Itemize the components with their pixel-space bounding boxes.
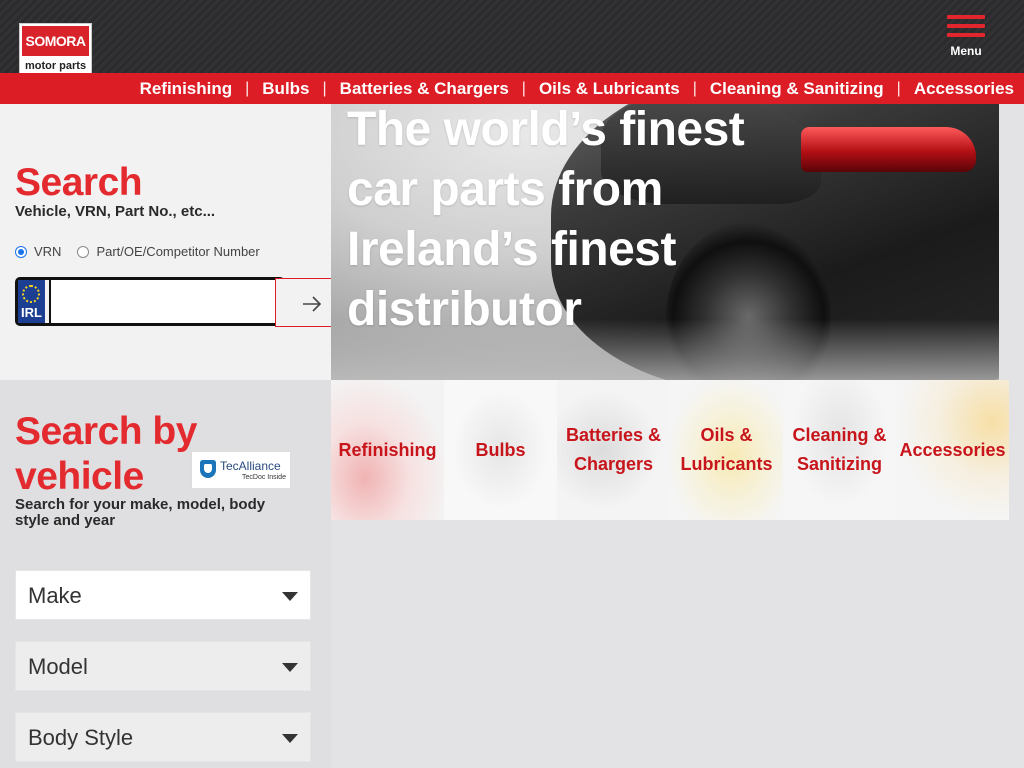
tile-label-line: Batteries & (565, 425, 662, 445)
nav-item-bulbs[interactable]: Bulbs (262, 79, 309, 99)
vehicle-title-line2: vehicle (15, 455, 144, 498)
tile-label: Oils & Lubricants (680, 421, 772, 479)
hamburger-icon-bar (947, 33, 985, 37)
menu-label: Menu (950, 44, 982, 58)
nav-separator: | (245, 79, 250, 97)
model-select-value: Model (28, 654, 88, 679)
top-header: SOMORA motor parts Menu (0, 0, 1024, 75)
make-select[interactable]: Make (15, 570, 311, 620)
tile-label-line: Cleaning & (792, 425, 887, 445)
search-panel: Search Vehicle, VRN, Part No., etc... VR… (0, 104, 331, 380)
make-select-value: Make (28, 583, 82, 608)
tecalliance-shield-icon (200, 460, 216, 478)
tile-accessories[interactable]: Accessories (896, 380, 1009, 520)
nav-separator: | (322, 79, 327, 97)
vehicle-search-subtitle: Search for your make, model, body style … (15, 496, 266, 529)
hero-car-taillight (801, 127, 976, 172)
logo-brand: SOMORA (22, 26, 89, 56)
hamburger-icon-bar (947, 24, 985, 28)
tile-label: Batteries & Chargers (566, 421, 661, 479)
tecalliance-badge: TecAlliance TecDoc Inside (191, 451, 291, 489)
nav-item-cleaning-sanitizing[interactable]: Cleaning & Sanitizing (710, 79, 884, 99)
tile-label: Cleaning & Sanitizing (792, 421, 886, 479)
tile-batteries-chargers[interactable]: Batteries & Chargers (557, 380, 670, 520)
tile-refinishing[interactable]: Refinishing (331, 380, 444, 520)
radio-part-number[interactable] (77, 245, 90, 258)
caret-down-icon (282, 734, 298, 743)
tile-cleaning-sanitizing[interactable]: Cleaning & Sanitizing (783, 380, 896, 520)
radio-vrn-label[interactable]: VRN (34, 244, 61, 259)
model-select[interactable]: Model (15, 641, 311, 691)
tile-label-line: Oils & (700, 425, 753, 445)
hamburger-icon (947, 15, 985, 19)
search-submit-button[interactable] (275, 278, 331, 327)
vrn-input[interactable] (53, 280, 282, 323)
tile-label: Accessories (899, 439, 1006, 460)
tile-label: Bulbs (475, 439, 526, 460)
logo-tagline: motor parts (24, 59, 87, 72)
tile-label-line: Chargers (573, 454, 653, 474)
nav-item-accessories[interactable]: Accessories (914, 79, 1014, 99)
tile-label: Refinishing (338, 439, 437, 460)
radio-part-number-label[interactable]: Part/OE/Competitor Number (96, 244, 259, 259)
eu-flag-icon: IRL (18, 280, 45, 323)
tile-label-line: Lubricants (680, 454, 773, 474)
search-subtitle: Vehicle, VRN, Part No., etc... (15, 203, 216, 220)
nav-item-oils-lubricants[interactable]: Oils & Lubricants (539, 79, 680, 99)
plate-country: IRL (21, 305, 42, 320)
search-type-radios: VRN Part/OE/Competitor Number (15, 244, 260, 259)
category-nav: Refinishing | Bulbs | Batteries & Charge… (0, 73, 1024, 104)
body-style-select[interactable]: Body Style (15, 712, 311, 762)
tile-oils-lubricants[interactable]: Oils & Lubricants (670, 380, 783, 520)
somora-logo[interactable]: SOMORA motor parts (19, 23, 92, 75)
hero-banner: The world’s finest car parts from Irelan… (331, 104, 999, 380)
tecalliance-name: TecAlliance (220, 459, 281, 473)
nav-item-refinishing[interactable]: Refinishing (140, 79, 233, 99)
caret-down-icon (282, 663, 298, 672)
search-title: Search (15, 161, 143, 204)
radio-vrn[interactable] (15, 245, 27, 258)
vehicle-title-line1: Search by (15, 410, 197, 453)
tile-label-line: Sanitizing (796, 454, 882, 474)
eu-stars-icon (22, 285, 40, 303)
nav-separator: | (692, 79, 697, 97)
plate-divider (45, 280, 51, 323)
body-style-select-value: Body Style (28, 725, 134, 750)
menu-button[interactable]: Menu (945, 15, 987, 61)
tile-bulbs[interactable]: Bulbs (444, 380, 557, 520)
category-tiles: Refinishing Bulbs Batteries & Chargers O… (331, 380, 1009, 520)
tecdoc-inside-label: TecDoc Inside (242, 474, 286, 481)
vehicle-search-panel: Search by vehicle TecAlliance TecDoc Ins… (0, 380, 331, 768)
nav-item-batteries-chargers[interactable]: Batteries & Chargers (340, 79, 509, 99)
vrn-plate-input[interactable]: IRL (15, 277, 285, 326)
hero-title: The world’s finest car parts from Irelan… (347, 104, 745, 336)
arrow-right-icon (303, 296, 322, 312)
vehicle-search-title: Search by vehicle (15, 409, 197, 499)
nav-separator: | (521, 79, 526, 97)
caret-down-icon (282, 592, 298, 601)
nav-separator: | (896, 79, 901, 97)
